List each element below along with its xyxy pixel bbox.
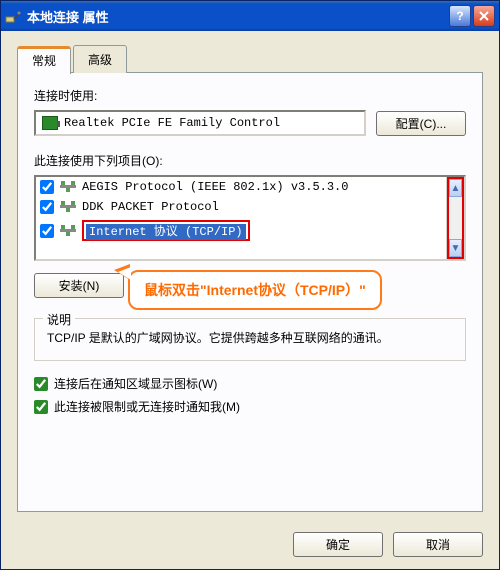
protocol-name: AEGIS Protocol (IEEE 802.1x) v3.5.3.0: [82, 180, 348, 194]
list-item[interactable]: AEGIS Protocol (IEEE 802.1x) v3.5.3.0: [36, 177, 446, 197]
adapter-row: Realtek PCIe FE Family Control 配置(C)...: [34, 110, 466, 136]
notify-label: 此连接被限制或无连接时通知我(M): [54, 398, 240, 415]
content-area: 常规 高级 连接时使用: Realtek PCIe FE Family Cont…: [1, 31, 499, 522]
protocol-list[interactable]: AEGIS Protocol (IEEE 802.1x) v3.5.3.0 DD…: [34, 175, 466, 261]
connection-icon: [5, 8, 21, 24]
protocol-checkbox[interactable]: [40, 200, 54, 214]
list-item-selected[interactable]: Internet 协议 (TCP/IP): [36, 217, 446, 244]
adapter-name: Realtek PCIe FE Family Control: [64, 116, 280, 130]
tab-general[interactable]: 常规: [17, 46, 71, 74]
scroll-up-button[interactable]: ▲: [449, 179, 462, 197]
protocol-name: DDK PACKET Protocol: [82, 200, 219, 214]
description-legend: 说明: [43, 311, 75, 328]
install-button[interactable]: 安装(N): [34, 273, 124, 298]
dialog-buttons: 确定 取消: [1, 522, 499, 567]
help-button[interactable]: ?: [449, 5, 471, 27]
red-highlight-box: Internet 协议 (TCP/IP): [82, 220, 250, 241]
cancel-button[interactable]: 取消: [393, 532, 483, 557]
close-button[interactable]: [473, 5, 495, 27]
scrollbar[interactable]: ▲ ▼: [446, 177, 464, 259]
protocol-name: Internet 协议 (TCP/IP): [86, 224, 246, 240]
configure-button[interactable]: 配置(C)...: [376, 111, 466, 136]
nic-icon: [42, 116, 58, 130]
protocol-icon: [60, 200, 76, 214]
tray-label: 连接后在通知区域显示图标(W): [54, 375, 217, 392]
notify-option[interactable]: 此连接被限制或无连接时通知我(M): [34, 398, 466, 415]
tab-strip: 常规 高级: [17, 45, 483, 73]
title-text: 本地连接 属性: [27, 7, 447, 26]
options-checks: 连接后在通知区域显示图标(W) 此连接被限制或无连接时通知我(M): [34, 375, 466, 415]
ok-button[interactable]: 确定: [293, 532, 383, 557]
list-content: AEGIS Protocol (IEEE 802.1x) v3.5.3.0 DD…: [36, 177, 446, 259]
protocol-checkbox[interactable]: [40, 224, 54, 238]
properties-dialog: 本地连接 属性 ? 常规 高级 连接时使用: Realtek PCIe FE F…: [0, 0, 500, 570]
scrollbar-highlight: ▲ ▼: [447, 177, 464, 259]
list-item[interactable]: DDK PACKET Protocol: [36, 197, 446, 217]
callout-text: 鼠标双击"Internet协议（TCP/IP）": [128, 270, 382, 310]
tab-panel-general: 连接时使用: Realtek PCIe FE Family Control 配置…: [17, 72, 483, 512]
scroll-down-button[interactable]: ▼: [449, 239, 462, 257]
tray-checkbox[interactable]: [34, 377, 48, 391]
tray-icon-option[interactable]: 连接后在通知区域显示图标(W): [34, 375, 466, 392]
description-text: TCP/IP 是默认的广域网协议。它提供跨越多种互联网络的通讯。: [47, 329, 453, 348]
protocol-checkbox[interactable]: [40, 180, 54, 194]
protocol-icon: [60, 224, 76, 238]
adapter-display: Realtek PCIe FE Family Control: [34, 110, 366, 136]
adapter-label: 连接时使用:: [34, 87, 466, 104]
description-group: 说明 TCP/IP 是默认的广域网协议。它提供跨越多种互联网络的通讯。: [34, 318, 466, 361]
protocol-icon: [60, 180, 76, 194]
notify-checkbox[interactable]: [34, 400, 48, 414]
items-label: 此连接使用下列项目(O):: [34, 152, 466, 169]
tab-advanced[interactable]: 高级: [73, 45, 127, 73]
annotation-callout: 鼠标双击"Internet协议（TCP/IP）": [128, 270, 466, 310]
titlebar[interactable]: 本地连接 属性 ?: [1, 1, 499, 31]
